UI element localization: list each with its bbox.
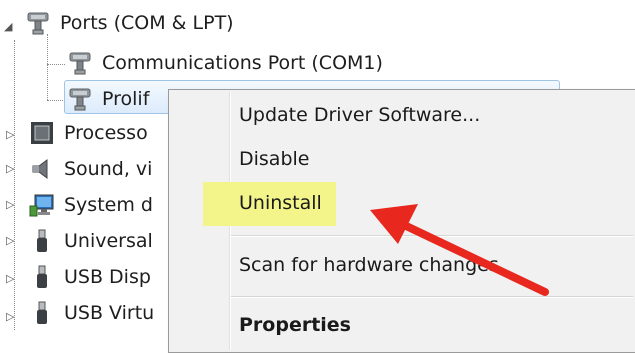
red-arrow-annotation [370, 204, 549, 296]
arrow-shaft [398, 220, 549, 296]
